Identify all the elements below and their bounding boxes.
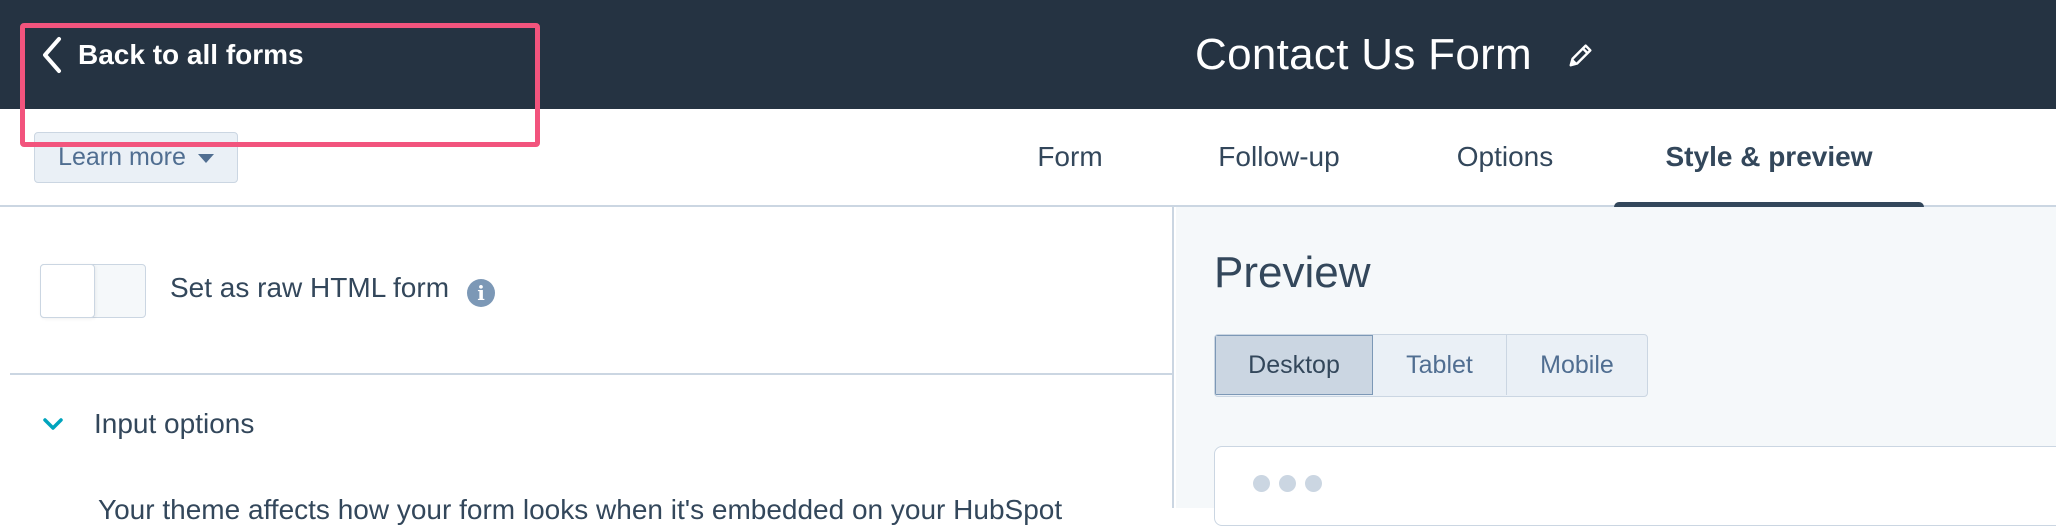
- device-label: Mobile: [1540, 350, 1614, 379]
- settings-panel: [0, 207, 1174, 508]
- device-tablet-button[interactable]: Tablet: [1373, 335, 1507, 395]
- caret-down-icon: [197, 154, 214, 163]
- preview-title: Preview: [1214, 248, 1371, 297]
- device-desktop-button[interactable]: Desktop: [1215, 335, 1373, 395]
- tab-label: Style & preview: [1665, 141, 1873, 172]
- toggle-knob: [40, 264, 95, 318]
- tab-form[interactable]: Form: [1010, 109, 1130, 205]
- tab-follow-up[interactable]: Follow-up: [1202, 109, 1356, 205]
- input-options-description: Your theme affects how your form looks w…: [98, 494, 1063, 525]
- tab-label: Options: [1456, 141, 1554, 172]
- device-selector: Desktop Tablet Mobile: [1214, 334, 1648, 397]
- chevron-down-icon: [43, 418, 63, 430]
- raw-html-toggle[interactable]: [40, 264, 146, 318]
- learn-more-label: Learn more: [58, 143, 186, 171]
- tab-style-and-preview[interactable]: Style & preview: [1614, 109, 1924, 205]
- device-mobile-button[interactable]: Mobile: [1507, 335, 1647, 395]
- info-icon[interactable]: i: [467, 279, 495, 307]
- input-options-section-toggle[interactable]: Input options: [40, 408, 254, 440]
- form-title-area: Contact Us Form: [1195, 26, 1598, 84]
- window-dot: [1279, 475, 1296, 492]
- tab-label: Form: [1037, 141, 1103, 172]
- edit-form-name-button[interactable]: [1564, 38, 1598, 72]
- raw-html-label: Set as raw HTML form: [170, 272, 450, 303]
- window-dot: [1253, 475, 1270, 492]
- window-dot: [1305, 475, 1322, 492]
- tab-label: Follow-up: [1218, 141, 1340, 172]
- device-label: Desktop: [1248, 350, 1340, 379]
- tab-options[interactable]: Options: [1434, 109, 1576, 205]
- highlight-box: [20, 23, 540, 147]
- form-title: Contact Us Form: [1195, 30, 1533, 79]
- input-options-label: Input options: [94, 408, 255, 439]
- preview-browser-frame: [1214, 446, 2056, 526]
- divider: [10, 373, 1174, 375]
- pencil-icon: [1569, 44, 1592, 67]
- device-label: Tablet: [1406, 350, 1473, 379]
